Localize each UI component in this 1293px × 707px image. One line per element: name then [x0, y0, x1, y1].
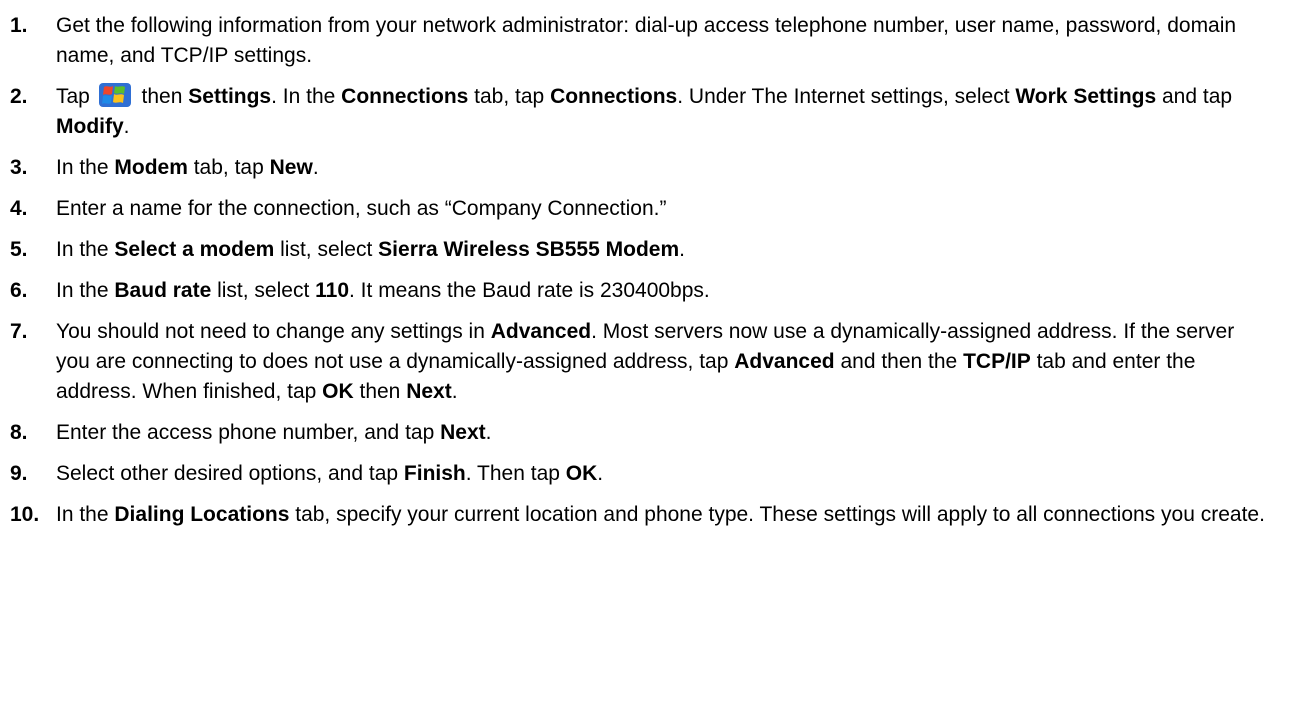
step-number: 3.: [10, 156, 28, 179]
step-item: 5. In the Select a modem list, select Sie…: [0, 235, 1270, 265]
step-item: 9. Select other desired options, and tap …: [0, 459, 1270, 489]
text-run: Get the following information from your …: [56, 14, 1237, 67]
step-item: 1. Get the following information from you…: [0, 11, 1270, 71]
step-number: 9.: [10, 462, 28, 485]
step-text: In the Baud rate list, select 110. It me…: [56, 279, 710, 302]
step-text: In the Modem tab, tap New.: [56, 156, 319, 179]
text-run: list, select: [274, 238, 379, 261]
windows-start-icon: [98, 82, 132, 108]
bold-term: TCP/IP: [963, 350, 1031, 373]
text-run: Tap: [56, 85, 96, 108]
bold-term: Baud rate: [114, 279, 212, 302]
step-item: 3. In the Modem tab, tap New.: [0, 153, 1270, 183]
step-number: 8.: [10, 421, 28, 444]
bold-term: Advanced: [490, 320, 592, 343]
step-number: 4.: [10, 197, 28, 220]
text-run: and tap: [1156, 85, 1233, 108]
text-run: In the: [56, 156, 115, 179]
bold-term: Dialing Locations: [114, 503, 290, 526]
bold-term: Sierra Wireless SB555 Modem: [378, 238, 680, 261]
text-run: tab, tap: [468, 85, 551, 108]
step-text: Enter a name for the connection, such as…: [56, 197, 667, 220]
step-text: You should not need to change any settin…: [56, 320, 1234, 403]
step-text: In the Select a modem list, select Sierr…: [56, 238, 685, 261]
bold-term: Connections: [341, 85, 469, 108]
bold-term: Advanced: [734, 350, 835, 373]
bold-term: Modify: [56, 115, 124, 138]
step-text: In the Dialing Locations tab, specify yo…: [56, 503, 1265, 526]
bold-term: 110: [315, 279, 350, 302]
step-number: 1.: [10, 14, 28, 37]
text-run: .: [123, 115, 130, 138]
step-text: Get the following information from your …: [56, 14, 1236, 67]
text-run: Select other desired options, and tap: [56, 462, 404, 485]
step-number: 5.: [10, 238, 28, 261]
bold-term: Next: [440, 421, 486, 444]
bold-term: Next: [406, 380, 452, 403]
text-run: then: [353, 380, 407, 403]
step-text: Tap then Settings. In the Connections ta…: [56, 82, 1233, 138]
bold-term: Modem: [114, 156, 188, 179]
text-run: Enter a name for the connection, such as…: [56, 197, 667, 220]
text-run: . Under The Internet settings, select: [677, 85, 1016, 108]
text-run: . Then tap: [465, 462, 566, 485]
text-run: You should not need to change any settin…: [56, 320, 491, 343]
step-number: 2.: [10, 85, 28, 108]
step-text: Select other desired options, and tap Fi…: [56, 462, 603, 485]
text-run: and then the: [834, 350, 964, 373]
bold-term: Work Settings: [1015, 85, 1157, 108]
step-item: 8. Enter the access phone number, and tap…: [0, 418, 1270, 448]
bold-term: OK: [322, 380, 354, 403]
text-run: then: [141, 85, 189, 108]
bold-term: Connections: [550, 85, 678, 108]
text-run: .: [597, 462, 604, 485]
bold-term: Finish: [403, 462, 466, 485]
text-run: .: [312, 156, 319, 179]
step-item: 6. In the Baud rate list, select 110. It …: [0, 276, 1270, 306]
text-run: .: [451, 380, 458, 403]
step-item: 4. Enter a name for the connection, such …: [0, 194, 1270, 224]
step-item: 10. In the Dialing Locations tab, specify…: [0, 500, 1270, 530]
step-text: Enter the access phone number, and tap N…: [56, 421, 491, 444]
text-run: . It means the Baud rate is 230400bps.: [349, 279, 710, 302]
text-run: In the: [56, 503, 115, 526]
text-run: list, select: [211, 279, 316, 302]
bold-term: New: [269, 156, 313, 179]
steps-list: 1. Get the following information from you…: [0, 11, 1270, 541]
step-item: 7. You should not need to change any sett…: [0, 317, 1270, 407]
text-run: Enter the access phone number, and tap: [56, 421, 441, 444]
step-number: 7.: [10, 320, 28, 343]
step-item: 2. Tap then Settings. In the Connections …: [0, 82, 1270, 142]
text-run: .: [485, 421, 492, 444]
text-run: In the: [56, 238, 115, 261]
document-page: 1. Get the following information from you…: [0, 0, 1293, 707]
text-run: tab, specify your current location and p…: [289, 503, 1265, 526]
text-run: .: [679, 238, 685, 261]
text-run: . In the: [271, 85, 342, 108]
step-number: 10.: [10, 503, 40, 526]
bold-term: Select a modem: [114, 238, 275, 261]
text-run: In the: [56, 279, 115, 302]
text-run: tab, tap: [187, 156, 270, 179]
bold-term: OK: [565, 462, 598, 485]
step-number: 6.: [10, 279, 28, 302]
bold-term: Settings: [188, 85, 272, 108]
